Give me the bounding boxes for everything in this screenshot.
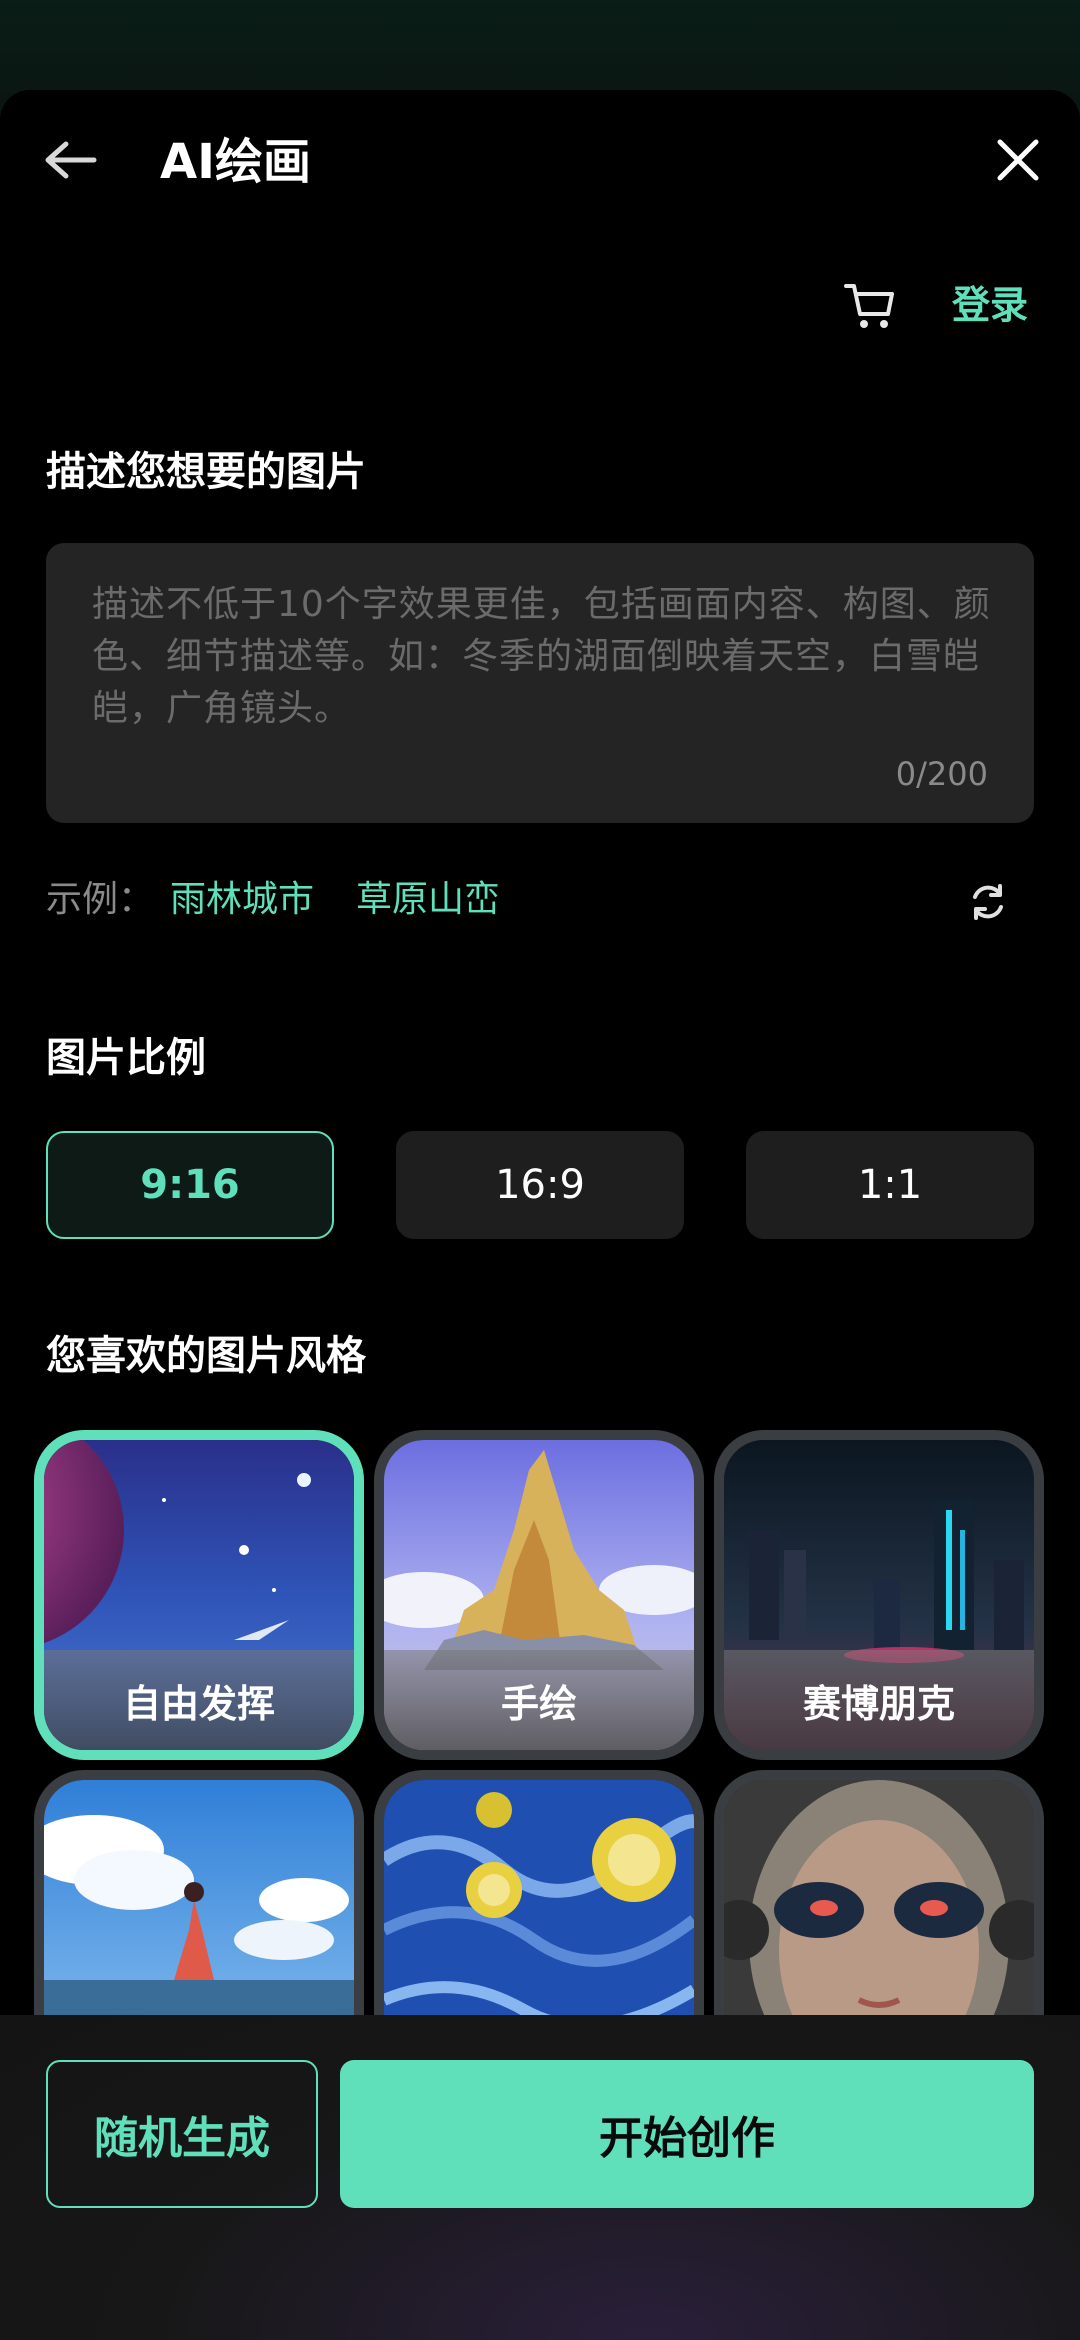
- style-card-cyberpunk[interactable]: 赛博朋克: [714, 1430, 1044, 1760]
- back-arrow-icon: [45, 141, 97, 179]
- example-rainforest-city[interactable]: 雨林城市: [170, 872, 314, 928]
- cart-icon: [844, 284, 894, 328]
- login-link[interactable]: 登录: [952, 280, 1028, 330]
- char-counter: 0/200: [895, 755, 988, 793]
- prompt-placeholder: 描述不低于10个字效果更佳，包括画面内容、构图、颜色、细节描述等。如：冬季的湖面…: [92, 584, 991, 729]
- page-title: AI绘画: [160, 134, 312, 190]
- random-generate-button[interactable]: 随机生成: [46, 2060, 318, 2208]
- style-label-band: 自由发挥: [44, 1650, 354, 1750]
- refresh-icon: [973, 884, 1003, 920]
- ratio-section-title: 图片比例: [46, 1035, 206, 1081]
- ratio-option-9-16[interactable]: 9:16: [46, 1131, 334, 1239]
- close-icon: [997, 139, 1039, 181]
- start-create-button[interactable]: 开始创作: [340, 2060, 1034, 2208]
- prompt-section-title: 描述您想要的图片: [46, 449, 366, 495]
- style-card-hand-drawn[interactable]: 手绘: [374, 1430, 704, 1760]
- cart-button[interactable]: [842, 278, 898, 334]
- ai-drawing-sheet: AI绘画 登录 描述您想要的图片 描述不低于10个字效果更佳，包括画面内容、构图…: [0, 90, 1080, 2340]
- style-label: 赛博朋克: [802, 1681, 955, 1726]
- refresh-examples-button[interactable]: [966, 880, 1010, 924]
- style-label: 自由发挥: [122, 1681, 275, 1726]
- ratio-option-1-1[interactable]: 1:1: [746, 1131, 1034, 1239]
- style-card-free[interactable]: 自由发挥: [34, 1430, 364, 1760]
- examples-row: 示例： 雨林城市 草原山峦: [46, 872, 1036, 928]
- examples-label: 示例：: [46, 879, 155, 920]
- prompt-input[interactable]: 描述不低于10个字效果更佳，包括画面内容、构图、颜色、细节描述等。如：冬季的湖面…: [46, 543, 1034, 823]
- top-bar: AI绘画: [0, 90, 1080, 230]
- style-label-band: 赛博朋克: [724, 1650, 1034, 1750]
- back-button[interactable]: [38, 130, 102, 194]
- close-button[interactable]: [990, 132, 1046, 188]
- example-grassland-mountains[interactable]: 草原山峦: [356, 872, 500, 928]
- ratio-option-16-9[interactable]: 16:9: [396, 1131, 684, 1239]
- style-section-title: 您喜欢的图片风格: [46, 1333, 366, 1379]
- style-label-band: 手绘: [384, 1650, 694, 1750]
- style-label: 手绘: [500, 1681, 577, 1726]
